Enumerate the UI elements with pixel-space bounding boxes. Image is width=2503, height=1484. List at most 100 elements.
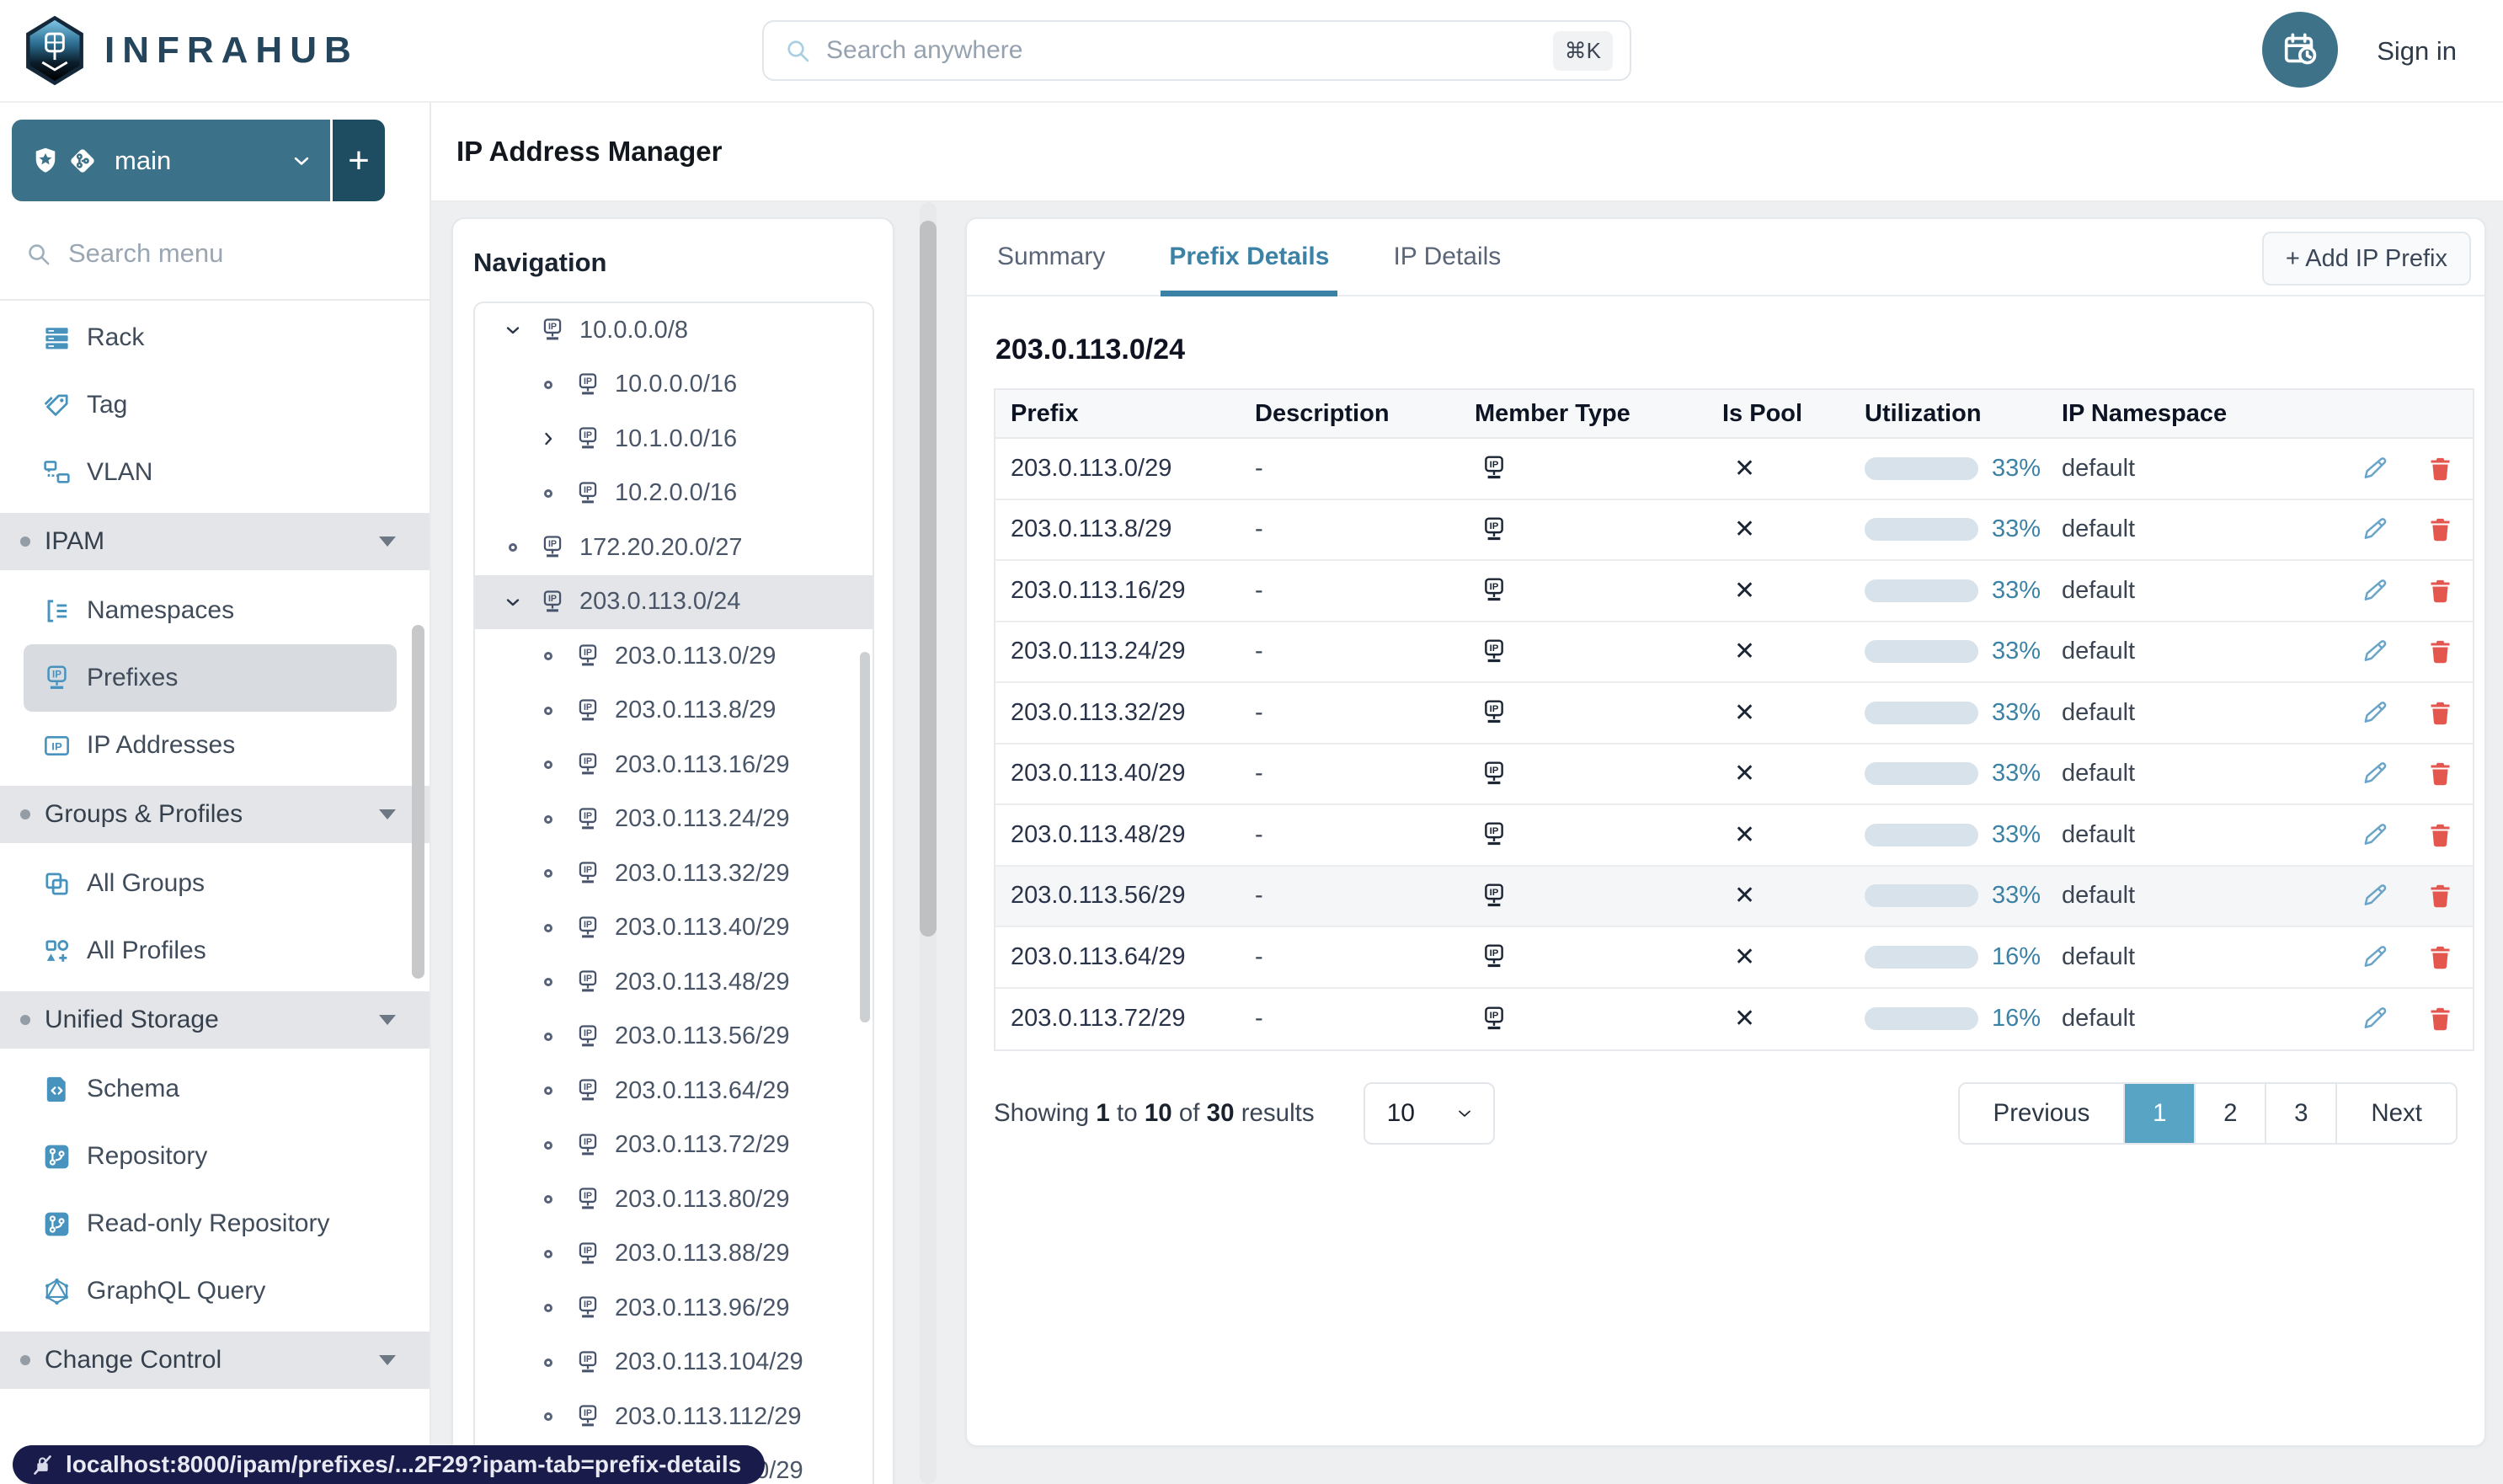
edit-icon[interactable] [2362,760,2389,787]
tree-item-10-0-0-0-16[interactable]: IP 10.0.0.0/16 [475,358,873,413]
edit-icon[interactable] [2362,943,2389,971]
tree-item-label: 172.20.20.0/27 [579,533,743,561]
sidebar-section-groups-profiles[interactable]: Groups & Profiles [0,786,430,843]
sidebar-section-ipam[interactable]: IPAM [0,513,430,570]
edit-icon[interactable] [2362,882,2389,910]
add-ip-prefix-button[interactable]: + Add IP Prefix [2261,232,2471,286]
delete-icon[interactable] [2426,760,2454,787]
edit-icon[interactable] [2362,455,2389,483]
next-button[interactable]: Next [2335,1084,2456,1143]
delete-icon[interactable] [2426,1005,2454,1033]
tree-item-172-20-20-0-27[interactable]: IP 172.20.20.0/27 [475,520,873,575]
edit-icon[interactable] [2362,577,2389,605]
tree-item-203-0-113-0-24[interactable]: IP 203.0.113.0/24 [475,574,873,629]
sidebar-item-read-only-repository[interactable]: Read-only Repository [0,1190,430,1257]
global-search[interactable]: ⌘K [762,20,1631,81]
chevron-down-icon [379,1015,396,1025]
page-button-2[interactable]: 2 [2194,1084,2266,1143]
tree-item-203-0-113-80-29[interactable]: IP 203.0.113.80/29 [475,1172,873,1227]
sidebar-item-tag[interactable]: Tag [0,371,430,439]
sidebar-item-repository[interactable]: Repository [0,1123,430,1190]
delete-icon[interactable] [2426,943,2454,971]
delete-icon[interactable] [2426,699,2454,727]
cell-prefix[interactable]: 203.0.113.72/29 [995,989,1240,1050]
svg-text:IP: IP [584,485,592,495]
sidebar-item-ip-addresses[interactable]: IP IP Addresses [0,712,430,779]
sidebar-item-all-groups[interactable]: All Groups [0,850,430,917]
edit-icon[interactable] [2362,515,2389,543]
delete-icon[interactable] [2426,515,2454,543]
edit-icon[interactable] [2362,699,2389,727]
tree-item-203-0-113-64-29[interactable]: IP 203.0.113.64/29 [475,1064,873,1118]
tree-item-10-1-0-0-16[interactable]: IP 10.1.0.0/16 [475,412,873,467]
sidebar-item-all-profiles[interactable]: All Profiles [0,917,430,985]
cell-prefix[interactable]: 203.0.113.56/29 [995,867,1240,926]
delete-icon[interactable] [2426,638,2454,665]
sidebar-item-namespaces[interactable]: Namespaces [0,577,430,644]
tree-item-203-0-113-88-29[interactable]: IP 203.0.113.88/29 [475,1227,873,1282]
cell-namespace: default [2062,576,2136,604]
sidebar-scrollbar[interactable] [412,625,424,979]
panel-scrollbar-thumb[interactable] [920,221,937,937]
add-branch-button[interactable]: + [333,120,385,201]
cell-prefix[interactable]: 203.0.113.0/29 [995,439,1240,499]
cell-prefix[interactable]: 203.0.113.16/29 [995,561,1240,621]
search-shortcut-badge: ⌘K [1552,30,1613,71]
delete-icon[interactable] [2426,577,2454,605]
column-header-description: Description [1255,399,1390,427]
page-button-3[interactable]: 3 [2265,1084,2336,1143]
tree-item-203-0-113-40-29[interactable]: IP 203.0.113.40/29 [475,901,873,956]
brand-text: INFRAHUB [104,29,359,71]
page-size-select[interactable]: 10 [1363,1082,1495,1145]
cell-prefix[interactable]: 203.0.113.32/29 [995,683,1240,743]
tree-item-203-0-113-16-29[interactable]: IP 203.0.113.16/29 [475,738,873,793]
sidebar-item-vlan[interactable]: VLAN [0,439,430,506]
tree-item-203-0-113-104-29[interactable]: IP 203.0.113.104/29 [475,1336,873,1391]
tab-ip-details[interactable]: IP Details [1393,219,1501,295]
cell-prefix[interactable]: 203.0.113.64/29 [995,927,1240,987]
cell-prefix[interactable]: 203.0.113.40/29 [995,745,1240,804]
global-search-input[interactable] [826,36,1538,65]
tree-item-203-0-113-32-29[interactable]: IP 203.0.113.32/29 [475,846,873,901]
member-type-icon: IP [1460,683,1707,743]
tree-item-203-0-113-112-29[interactable]: IP 203.0.113.112/29 [475,1390,873,1444]
tab-summary[interactable]: Summary [997,219,1105,295]
tree-item-10-0-0-0-8[interactable]: IP 10.0.0.0/8 [475,303,873,358]
sidebar-section-change-control[interactable]: Change Control [0,1332,430,1389]
tab-prefix-details[interactable]: Prefix Details [1161,219,1338,296]
tree-scrollbar-thumb[interactable] [860,652,870,1022]
sidebar-section-unified-storage[interactable]: Unified Storage [0,991,430,1049]
cell-is-pool: ✕ [1734,1005,1756,1033]
branch-selector-main[interactable]: main [12,120,330,201]
sidebar-item-schema[interactable]: Schema [0,1055,430,1123]
sidebar-item-graphql-query[interactable]: GraphQL Query [0,1257,430,1325]
page-button-1[interactable]: 1 [2123,1084,2195,1143]
previous-button[interactable]: Previous [1959,1084,2124,1143]
delete-icon[interactable] [2426,821,2454,849]
tree-item-203-0-113-0-29[interactable]: IP 203.0.113.0/29 [475,629,873,684]
cell-description: - [1255,1005,1263,1033]
section-bullet-icon [20,809,30,819]
edit-icon[interactable] [2362,638,2389,665]
cell-prefix[interactable]: 203.0.113.8/29 [995,500,1240,560]
tree-item-203-0-113-48-29[interactable]: IP 203.0.113.48/29 [475,955,873,1010]
tree-item-203-0-113-8-29[interactable]: IP 203.0.113.8/29 [475,684,873,739]
edit-icon[interactable] [2362,1005,2389,1033]
sidebar-item-prefixes[interactable]: IP Prefixes [24,644,397,712]
tree-item-203-0-113-72-29[interactable]: IP 203.0.113.72/29 [475,1118,873,1173]
tree-item-203-0-113-96-29[interactable]: IP 203.0.113.96/29 [475,1281,873,1336]
sign-in-button[interactable]: Sign in [2377,0,2457,103]
sidebar-item-rack[interactable]: Rack [0,304,430,371]
menu-search[interactable] [0,238,430,301]
branch-selector[interactable]: main + [12,120,385,201]
tree-item-10-2-0-0-16[interactable]: IP 10.2.0.0/16 [475,467,873,521]
tree-item-203-0-113-24-29[interactable]: IP 203.0.113.24/29 [475,793,873,847]
edit-icon[interactable] [2362,821,2389,849]
schedule-button[interactable] [2262,12,2338,88]
tree-item-203-0-113-56-29[interactable]: IP 203.0.113.56/29 [475,1010,873,1065]
cell-prefix[interactable]: 203.0.113.24/29 [995,622,1240,682]
menu-search-input[interactable] [68,238,404,269]
delete-icon[interactable] [2426,455,2454,483]
delete-icon[interactable] [2426,882,2454,910]
cell-prefix[interactable]: 203.0.113.48/29 [995,805,1240,865]
